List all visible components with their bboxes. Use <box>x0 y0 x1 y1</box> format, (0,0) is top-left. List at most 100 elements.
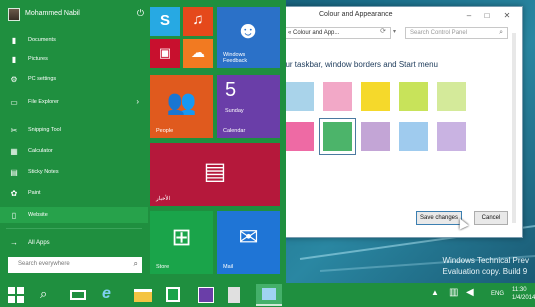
note-icon: ▤ <box>10 167 18 177</box>
chevron-down-icon[interactable]: ▾ <box>393 28 396 35</box>
color-swatch[interactable] <box>361 122 390 151</box>
menu-item-file-explorer[interactable]: ▭ File Explorer › <box>8 96 145 110</box>
calculator-icon: ▦ <box>10 146 18 156</box>
menu-item-label: Documents <box>28 37 56 43</box>
tile-label: Mail <box>223 264 234 270</box>
menu-item-sticky-notes[interactable]: ▤ Sticky Notes <box>8 166 145 180</box>
windows-start-icon[interactable] <box>8 287 24 303</box>
folder-icon: ▮ <box>11 35 17 45</box>
folder-icon: ▭ <box>10 97 18 107</box>
tile-label: People <box>156 128 174 134</box>
control-panel-taskbar-icon[interactable] <box>256 284 282 306</box>
refresh-icon[interactable]: ⟳ <box>377 27 389 37</box>
pinned-app-icon[interactable] <box>198 287 214 303</box>
pinned-app-icon[interactable] <box>228 287 240 303</box>
scrollbar[interactable] <box>512 33 516 223</box>
window-titlebar[interactable]: Colour and Appearance – □ ✕ <box>271 7 522 25</box>
store-taskbar-icon[interactable] <box>166 287 180 302</box>
tile-people[interactable]: 👥 People <box>150 75 213 138</box>
color-swatch[interactable] <box>437 122 466 151</box>
address-bar: « Colour and App... ⟳ ▾ Search Control P… <box>271 25 522 42</box>
search-icon[interactable]: ⌕ <box>40 286 47 302</box>
save-changes-button[interactable]: Save changes <box>416 211 462 225</box>
page-heading: our taskbar, window borders and Start me… <box>281 60 438 69</box>
clock[interactable]: 11:30 1/4/2014 <box>512 286 535 302</box>
menu-item-label: Sticky Notes <box>28 169 59 175</box>
power-icon[interactable]: ⏻ <box>137 8 144 19</box>
clock-date: 1/4/2014 <box>512 295 535 301</box>
control-panel-search-input[interactable]: Search Control Panel ⌕ <box>405 27 508 39</box>
color-swatch[interactable] <box>399 82 428 111</box>
internet-explorer-icon[interactable]: e <box>102 285 111 303</box>
language-indicator[interactable]: ENG <box>491 291 504 297</box>
close-icon[interactable]: ✕ <box>500 10 514 21</box>
shopping-bag-icon: ⊞ <box>171 224 192 251</box>
palette-icon: ✿ <box>10 188 18 198</box>
tile-windows-feedback[interactable]: ☻ Windows Feedback <box>217 7 280 68</box>
watermark-line1: Windows Technical Prev <box>442 256 529 265</box>
search-icon[interactable]: ⌕ <box>134 259 138 269</box>
all-apps-label: All Apps <box>28 240 50 246</box>
user-row[interactable]: Mohammed Nabil ⏻ <box>8 8 148 22</box>
arrow-right-icon: → <box>10 238 18 247</box>
volume-icon[interactable]: ◀ <box>466 287 474 298</box>
color-swatch[interactable] <box>319 118 356 155</box>
menu-item-label: Snipping Tool <box>28 127 61 133</box>
cancel-button[interactable]: Cancel <box>474 211 508 225</box>
tile-skype[interactable]: S <box>150 7 180 36</box>
search-placeholder: Search everywhere <box>18 261 70 267</box>
tile-onedrive[interactable]: ☁ <box>183 39 213 68</box>
menu-item-documents[interactable]: ▮ Documents <box>8 34 145 48</box>
menu-item-label: Pictures <box>28 56 48 62</box>
menu-item-website[interactable]: ▯ Website <box>0 207 148 223</box>
menu-item-label: Calculator <box>28 148 53 154</box>
divider <box>6 228 142 229</box>
chevron-right-icon[interactable]: › <box>136 97 139 106</box>
menu-item-calculator[interactable]: ▦ Calculator <box>8 145 145 159</box>
all-apps-button[interactable]: → All Apps <box>8 238 128 250</box>
start-menu: Mohammed Nabil ⏻ ▮ Documents ▮ Pictures … <box>0 0 286 283</box>
user-name[interactable]: Mohammed Nabil <box>25 10 80 17</box>
menu-item-label: PC settings <box>28 76 57 82</box>
color-swatch[interactable] <box>285 122 314 151</box>
tile-calendar[interactable]: 5 Sunday Calendar <box>217 75 280 138</box>
tile-video[interactable]: ▣ <box>150 39 180 68</box>
avatar[interactable] <box>8 8 20 21</box>
people-icon: 👥 <box>166 89 197 116</box>
tile-music[interactable]: ♫ <box>183 7 213 36</box>
folder-icon: ▮ <box>11 54 17 64</box>
menu-item-label: Website <box>28 212 48 218</box>
watermark-line2: Evaluation copy. Build 9 <box>442 267 528 276</box>
clock-time: 11:30 <box>512 287 527 293</box>
minimize-icon[interactable]: – <box>462 10 476 21</box>
tile-news[interactable]: ▤ الأخبار <box>150 143 280 206</box>
color-swatch[interactable] <box>399 122 428 151</box>
tile-mail[interactable]: ✉ Mail <box>217 211 280 274</box>
task-view-icon[interactable] <box>70 290 86 300</box>
menu-item-label: Paint <box>28 190 41 196</box>
taskbar: ⌕ e ▲ ▥ ◀ ENG 11:30 1/4/2014 <box>0 283 535 307</box>
network-icon[interactable]: ▥ <box>449 287 458 298</box>
menu-item-pictures[interactable]: ▮ Pictures <box>8 53 145 67</box>
maximize-icon[interactable]: □ <box>480 10 494 21</box>
search-icon[interactable]: ⌕ <box>499 28 503 38</box>
calendar-day: 5 <box>225 79 237 101</box>
menu-item-snipping-tool[interactable]: ✂ Snipping Tool <box>8 124 145 138</box>
file-explorer-icon[interactable] <box>134 289 152 302</box>
menu-item-pc-settings[interactable]: ⚙ PC settings <box>8 73 145 87</box>
feedback-person-icon: ☻ <box>235 17 261 44</box>
color-swatch[interactable] <box>437 82 466 111</box>
color-swatch[interactable] <box>323 82 352 111</box>
menu-item-paint[interactable]: ✿ Paint <box>8 187 145 201</box>
color-swatch[interactable] <box>361 82 390 111</box>
evaluation-watermark: Windows Technical Prev Evaluation copy. … <box>442 255 529 277</box>
control-panel-window[interactable]: Colour and Appearance – □ ✕ « Colour and… <box>270 6 523 238</box>
tile-store[interactable]: ⊞ Store <box>150 211 213 274</box>
start-search-input[interactable]: Search everywhere ⌕ <box>8 257 142 273</box>
show-hidden-icons[interactable]: ▲ <box>431 288 439 297</box>
video-icon: ▣ <box>158 45 172 60</box>
address-field[interactable]: « Colour and App... <box>283 27 391 39</box>
calendar-weekday: Sunday <box>225 108 244 114</box>
tile-label: Calendar <box>223 128 246 134</box>
color-swatch[interactable] <box>285 82 314 111</box>
